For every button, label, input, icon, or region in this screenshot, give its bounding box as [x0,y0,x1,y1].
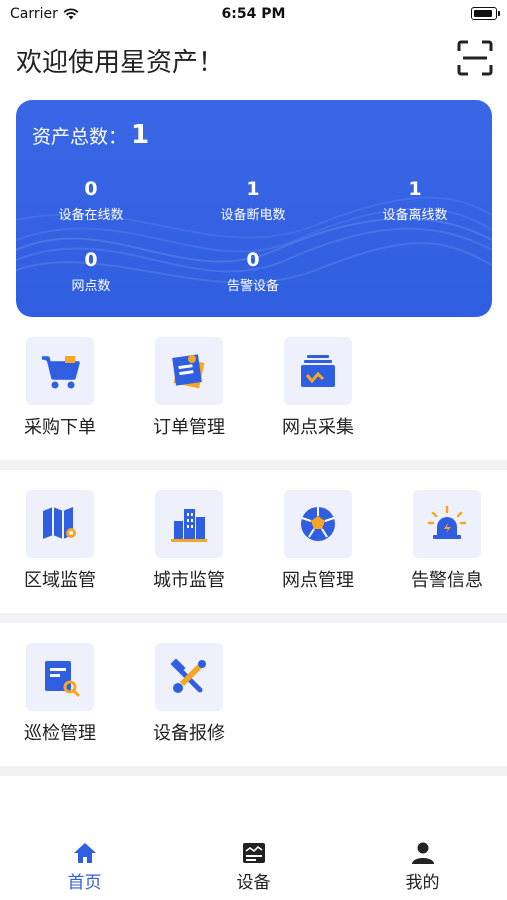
tile-icon-box [284,337,352,405]
section-divider [0,766,507,776]
tab-icon-wrap [0,836,169,864]
menu-site-collection[interactable]: 网点采集 [264,337,372,439]
menu-inspection-management[interactable]: 巡检管理 [6,643,114,745]
section-divider [0,460,507,470]
stat-value: 1 [408,178,422,200]
scan-icon [457,40,493,76]
asset-summary-card: 资产总数： 1 0 设备在线数 1 设备断电数 1 设备离线数 0 网点数 0 … [16,100,492,317]
asset-total-label: 资产总数： [32,126,128,148]
menu-site-management[interactable]: 网点管理 [264,490,372,592]
tab-home[interactable]: 首页 [0,836,169,893]
stat-value: 0 [246,249,260,271]
stat-label: 设备断电数 [220,208,286,223]
tile-icon-box [26,337,94,405]
tab-icon-wrap [338,836,507,864]
tab-label: 设备 [236,873,271,893]
stat-online[interactable]: 0 设备在线数 [16,178,166,224]
stat-sites[interactable]: 0 网点数 [16,249,166,295]
tile-label: 城市监管 [153,570,225,591]
menu-purchase-order[interactable]: 采购下单 [6,337,114,439]
tab-label: 首页 [67,873,102,893]
menu-alarm-info[interactable]: 告警信息 [393,490,501,592]
tile-icon-box [155,490,223,558]
stat-alarm-devices[interactable]: 0 告警设备 [178,249,328,295]
city-icon [171,509,207,542]
tile-label: 网点管理 [282,570,354,591]
stat-label: 告警设备 [226,279,279,294]
tile-icon-box [284,490,352,558]
tile-label: 设备报修 [153,723,225,744]
page-title: 欢迎使用星资产！ [16,48,225,78]
stat-value: 0 [84,178,98,200]
menu-area-supervision[interactable]: 区域监管 [6,490,114,592]
tab-device[interactable]: 设备 [169,836,338,893]
menu-order-management[interactable]: 订单管理 [135,337,243,439]
menu-city-supervision[interactable]: 城市监管 [135,490,243,592]
asset-total: 资产总数： 1 [32,120,149,150]
stat-offline[interactable]: 1 设备离线数 [340,178,490,224]
cart-icon [42,356,80,389]
device-icon [242,843,265,863]
collect-icon [301,355,335,387]
tile-icon-box [413,490,481,558]
stat-label: 网点数 [71,279,111,294]
status-time: 6:54 PM [221,6,286,22]
scan-button[interactable] [457,40,493,76]
home-icon [73,843,96,863]
status-bar: Carrier 6:54 PM [0,0,507,28]
battery-icon [471,7,500,20]
tab-label: 我的 [405,873,440,893]
tab-mine[interactable]: 我的 [338,836,507,893]
tile-icon-box [155,643,223,711]
tile-icon-box [26,490,94,558]
menu-device-repair[interactable]: 设备报修 [135,643,243,745]
tile-label: 订单管理 [153,417,225,438]
tile-label: 巡检管理 [24,723,96,744]
stat-label: 设备在线数 [58,208,124,223]
inspection-icon [45,661,80,697]
tab-icon-wrap [169,836,338,864]
stat-value: 0 [84,249,98,271]
tile-icon-box [155,337,223,405]
alarm-icon [427,505,467,539]
tile-label: 网点采集 [282,417,354,438]
network-icon [301,507,335,541]
user-icon [411,842,434,864]
stat-label: 设备离线数 [382,208,448,223]
map-icon [43,507,76,539]
stat-value: 1 [246,178,260,200]
stat-power-off[interactable]: 1 设备断电数 [178,178,328,224]
section-divider [0,613,507,623]
asset-total-value: 1 [131,120,150,150]
tab-bar: 首页 设备 我的 [0,836,507,900]
order-icon [172,354,205,389]
repair-icon [170,658,206,693]
tile-label: 告警信息 [411,570,483,591]
tile-label: 区域监管 [24,570,96,591]
tile-label: 采购下单 [24,417,96,438]
tile-icon-box [26,643,94,711]
